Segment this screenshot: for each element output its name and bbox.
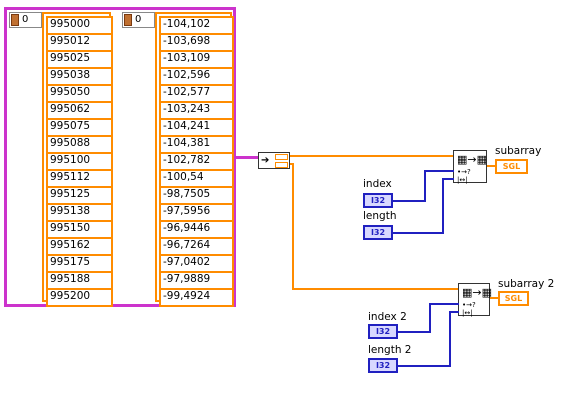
wire-index-in bbox=[424, 170, 454, 172]
subarray-label: subarray bbox=[495, 145, 542, 157]
wire-index-2-v bbox=[429, 303, 431, 333]
length-label: length bbox=[363, 210, 397, 222]
index-2-label: index 2 bbox=[368, 311, 407, 323]
wire-array-2-vertical bbox=[292, 163, 294, 289]
integer-array[interactable]: 995000 995012 995025 995038 995050 995062 9950… bbox=[42, 12, 113, 307]
wire-length-h bbox=[393, 232, 443, 234]
index-2-control[interactable]: I32 bbox=[368, 324, 398, 339]
array-index-right-value[interactable]: 0 bbox=[135, 13, 141, 27]
wire-length-2-v bbox=[449, 311, 451, 367]
wire-index-h bbox=[393, 200, 425, 202]
index-terminal: •→? bbox=[462, 301, 476, 309]
length-terminal: |↔| bbox=[457, 176, 468, 184]
wire-index-2-h bbox=[398, 331, 430, 333]
index-arrow-icon bbox=[11, 14, 19, 26]
wire-length-2-h bbox=[398, 365, 450, 367]
length-type: I32 bbox=[370, 228, 386, 237]
array-subset-icon: ▦→▦ bbox=[457, 153, 488, 166]
length-control[interactable]: I32 bbox=[363, 225, 393, 240]
length-2-type: I32 bbox=[375, 361, 391, 370]
wire-length-v bbox=[442, 178, 444, 234]
wire-length-2-in bbox=[449, 311, 459, 313]
arrow-right-icon: ➔ bbox=[261, 155, 270, 166]
index-control[interactable]: I32 bbox=[363, 193, 393, 208]
wire-array-1 bbox=[290, 155, 453, 157]
index-terminal: •→? bbox=[457, 168, 471, 176]
output-wire-2 bbox=[490, 297, 498, 299]
length-2-label: length 2 bbox=[368, 344, 412, 356]
subarray-indicator[interactable]: SGL bbox=[495, 159, 528, 174]
array-index-right[interactable]: 0 bbox=[122, 12, 155, 28]
wire-length-in bbox=[442, 178, 454, 180]
array-subset-icon: ▦→▦ bbox=[462, 286, 493, 299]
wire-index-v bbox=[424, 170, 426, 202]
decimal-array-element[interactable]: -99,4924 bbox=[159, 288, 234, 307]
length-2-control[interactable]: I32 bbox=[368, 358, 398, 373]
unbundle-output-1 bbox=[275, 154, 288, 160]
output-wire-1 bbox=[487, 165, 495, 167]
index-2-type: I32 bbox=[375, 327, 391, 336]
wire-array-2-horizontal bbox=[292, 288, 458, 290]
cluster-constant[interactable]: 0 995000 995012 995025 995038 995050 995062 99… bbox=[4, 7, 236, 307]
array-index-left-value[interactable]: 0 bbox=[22, 13, 28, 27]
subarray-2-label: subarray 2 bbox=[498, 278, 555, 290]
subarray-type: SGL bbox=[502, 162, 521, 171]
decimal-array[interactable]: -104,102 -103,698 -103,109 -102,596 -102,577… bbox=[155, 12, 234, 307]
unbundle-output-2 bbox=[275, 162, 288, 168]
index-label: index bbox=[363, 178, 392, 190]
wire-index-2-in bbox=[429, 303, 459, 305]
unbundle-node[interactable]: ➔ bbox=[258, 152, 290, 169]
length-terminal: |↔| bbox=[462, 309, 473, 317]
integer-array-element[interactable]: 995200 bbox=[46, 288, 113, 307]
array-index-left[interactable]: 0 bbox=[9, 12, 42, 28]
index-arrow-icon bbox=[124, 14, 132, 26]
array-subset-node-2[interactable]: ▦→▦ •→? |↔| bbox=[458, 283, 493, 317]
subarray-2-indicator[interactable]: SGL bbox=[498, 291, 529, 306]
subarray-2-type: SGL bbox=[504, 294, 523, 303]
index-type: I32 bbox=[370, 196, 386, 205]
array-subset-node-1[interactable]: ▦→▦ •→? |↔| bbox=[453, 150, 488, 184]
cluster-wire bbox=[236, 156, 258, 159]
